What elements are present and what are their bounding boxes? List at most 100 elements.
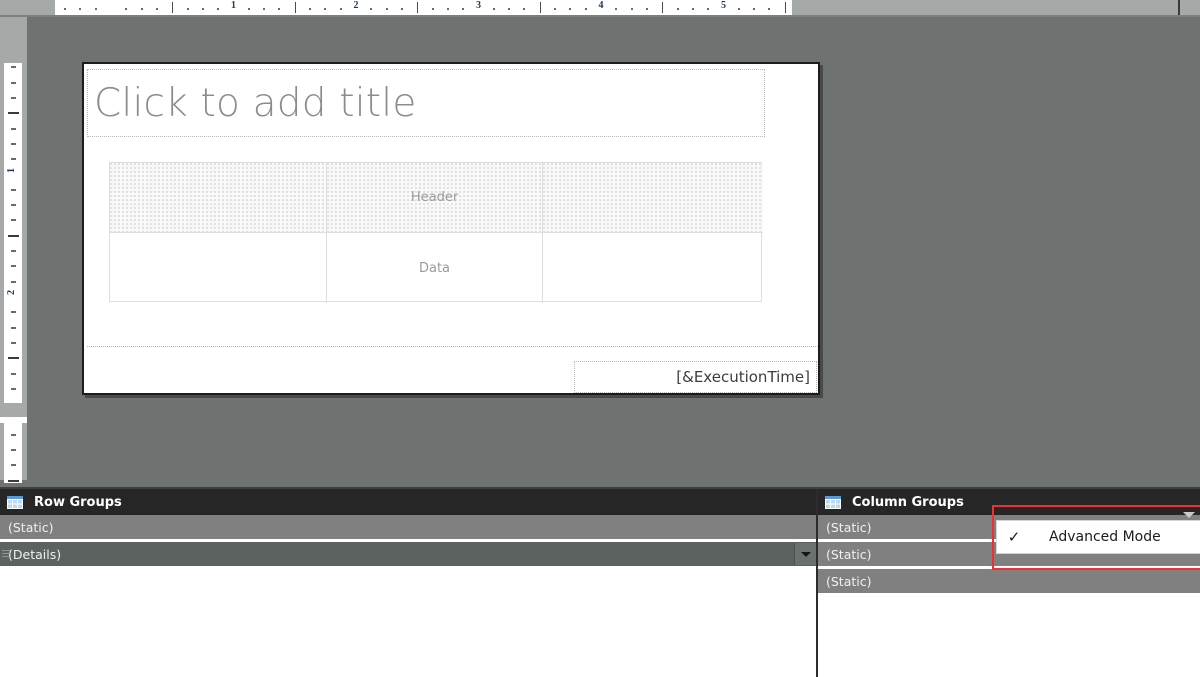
- ruler-tick: [11, 66, 16, 69]
- column-group-label: (Static): [826, 546, 872, 562]
- ruler-tick: [554, 8, 557, 10]
- menu-item-advanced-mode[interactable]: Advanced Mode: [1049, 529, 1161, 545]
- ruler-tick: [64, 8, 67, 10]
- ruler-tick: [11, 372, 16, 375]
- chevron-down-icon: [1183, 512, 1195, 518]
- row-groups-panel: Row Groups (Static) (Details): [0, 489, 818, 677]
- ruler-tick: [8, 357, 19, 360]
- ruler-tick: [11, 219, 16, 222]
- ruler-tick: [508, 8, 511, 10]
- ruler-tick: [11, 188, 16, 191]
- report-title-text: Click to add title: [94, 80, 417, 126]
- ruler-tick: [11, 311, 16, 314]
- row-groups-title: Row Groups: [34, 494, 122, 510]
- tablix-cell[interactable]: [110, 233, 327, 303]
- ruler-tick: [615, 8, 618, 10]
- ruler-tick: [645, 8, 648, 10]
- ruler-tick: [11, 326, 16, 329]
- horizontal-ruler[interactable]: 1 2 3 4 5: [55, 0, 792, 15]
- ruler-tick: [8, 479, 19, 482]
- tablix-cell[interactable]: [543, 233, 763, 303]
- tablix-cell-header[interactable]: Header: [327, 163, 543, 233]
- ruler-tick: [11, 280, 16, 283]
- tablix-cell-data[interactable]: Data: [327, 233, 543, 303]
- ruler-tick: [676, 8, 679, 10]
- advanced-mode-menu[interactable]: ✓ Advanced Mode: [996, 520, 1200, 554]
- execution-time-text: [&ExecutionTime]: [676, 368, 810, 386]
- horizontal-ruler-filler: [792, 0, 1178, 15]
- ruler-tick: [417, 2, 419, 13]
- ruler-tick: [247, 8, 250, 10]
- ruler-number: 4: [598, 0, 604, 11]
- ruler-tick: [691, 8, 694, 10]
- row-groups-list: (Static) (Details): [0, 515, 818, 566]
- ruler-tick: [11, 433, 16, 436]
- tablix-cell[interactable]: [110, 163, 327, 233]
- ruler-tick: [11, 127, 16, 130]
- drag-handle-icon[interactable]: [2, 550, 10, 558]
- ruler-tick: [370, 8, 373, 10]
- row-group-label: (Static): [8, 519, 54, 535]
- ruler-tick: [11, 158, 16, 161]
- row-groups-header: Row Groups: [0, 489, 818, 515]
- report-designer-window: 12345 Click to add title Header Data [&E…: [0, 0, 1200, 677]
- tablix-table[interactable]: Header Data: [109, 162, 763, 303]
- report-page[interactable]: Click to add title Header Data [&Executi…: [82, 62, 820, 395]
- ruler-tick: [155, 8, 158, 10]
- ruler-tick: [324, 8, 327, 10]
- ruler-tick: [140, 8, 143, 10]
- ruler-tick: [11, 81, 16, 84]
- ruler-tick: [737, 8, 740, 10]
- chevron-down-icon: [800, 551, 811, 557]
- vertical-ruler-lower[interactable]: [4, 423, 22, 483]
- ruler-tick: [630, 8, 633, 10]
- ruler-tick: [263, 8, 266, 10]
- ruler-tick: [707, 8, 710, 10]
- pane-edge-line: [1178, 0, 1180, 15]
- ruler-tick: [523, 8, 526, 10]
- vertical-ruler[interactable]: 12: [4, 63, 22, 403]
- row-group-item-details[interactable]: (Details): [0, 542, 818, 566]
- ruler-tick: [11, 204, 16, 207]
- ruler-tick: [753, 8, 756, 10]
- ruler-tick: [584, 8, 587, 10]
- ruler-tick: [400, 8, 403, 10]
- column-groups-title: Column Groups: [852, 494, 964, 510]
- ruler-tick: [11, 96, 16, 99]
- report-title-placeholder[interactable]: Click to add title: [87, 69, 765, 137]
- row-group-dropdown-button[interactable]: [794, 543, 816, 565]
- ruler-tick: [662, 2, 664, 13]
- ruler-tick: [94, 8, 97, 10]
- ruler-number: 3: [476, 0, 481, 11]
- ruler-tick: [294, 2, 296, 13]
- ruler-tick: [172, 2, 174, 13]
- ruler-tick: [309, 8, 312, 10]
- horizontal-ruler-band: 1 2 3 4 5: [0, 0, 1200, 15]
- ruler-tick: [431, 8, 434, 10]
- ruler-tick: [278, 8, 281, 10]
- ruler-tick: [79, 8, 82, 10]
- ruler-tick: [784, 2, 786, 13]
- ruler-tick: [201, 8, 204, 10]
- row-group-item[interactable]: (Static): [0, 515, 818, 539]
- ruler-tick: [539, 2, 541, 13]
- ruler-tick: [768, 8, 771, 10]
- ruler-tick: [11, 449, 16, 452]
- design-canvas[interactable]: Click to add title Header Data [&Executi…: [27, 17, 1200, 487]
- ruler-tick: [385, 8, 388, 10]
- grid-table-icon: [825, 495, 841, 509]
- ruler-tick: [11, 387, 16, 390]
- row-group-label: (Details): [8, 546, 62, 562]
- column-groups-panel: Column Groups (Static) (Static) (Static): [818, 489, 1200, 677]
- tablix-cell[interactable]: [543, 163, 763, 233]
- ruler-tick: [462, 8, 465, 10]
- column-group-label: (Static): [826, 519, 872, 535]
- ruler-tick: [217, 8, 220, 10]
- grid-table-icon: [7, 495, 23, 509]
- ruler-tick: [11, 250, 16, 253]
- ruler-tick: [339, 8, 342, 10]
- ruler-tick: [446, 8, 449, 10]
- ruler-number: 2: [6, 290, 17, 295]
- column-group-item[interactable]: (Static): [818, 569, 1200, 593]
- execution-time-textbox[interactable]: [&ExecutionTime]: [574, 361, 817, 393]
